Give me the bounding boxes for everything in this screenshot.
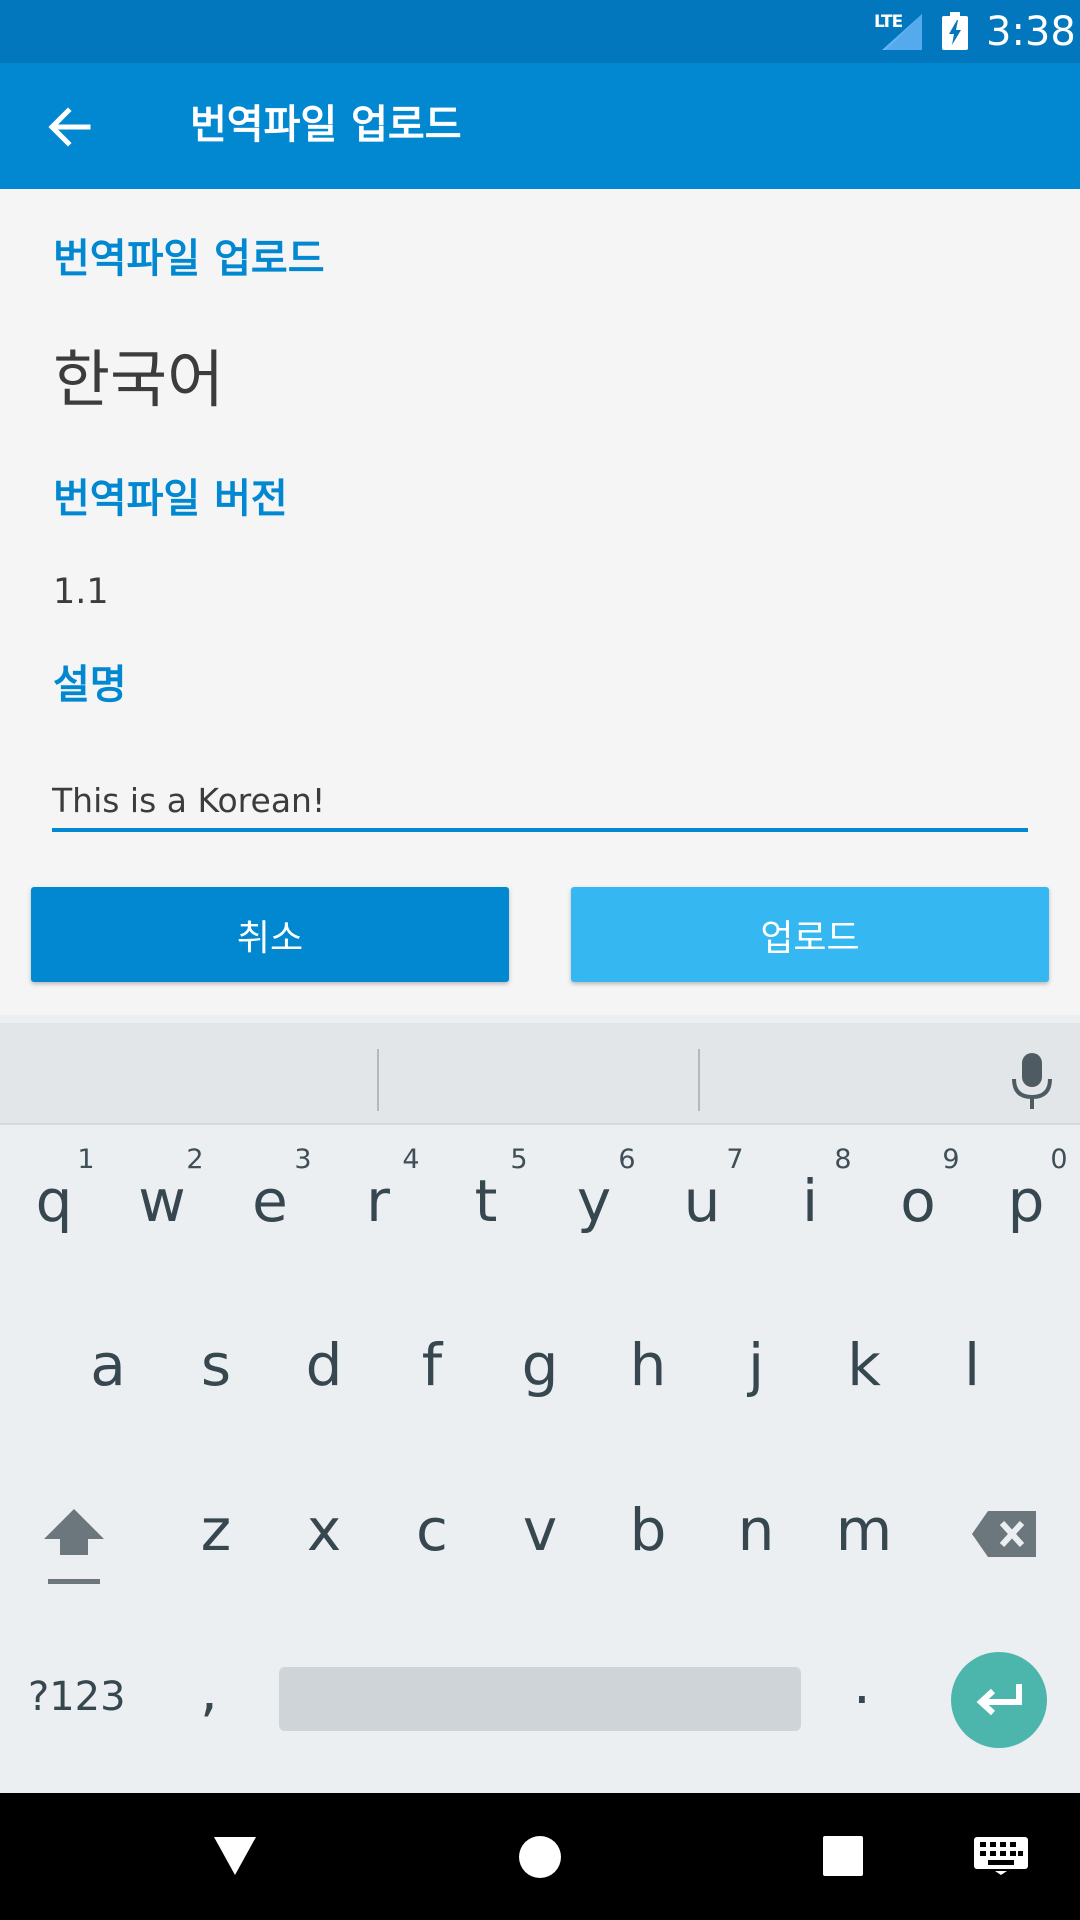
key-g[interactable]: g xyxy=(486,1330,594,1400)
key-j[interactable]: j xyxy=(702,1330,810,1400)
comma-key[interactable]: , xyxy=(200,1662,218,1722)
key-f[interactable]: f xyxy=(378,1330,486,1400)
suggestion-divider xyxy=(377,1049,379,1111)
key-p[interactable]: p xyxy=(972,1166,1080,1236)
key-b[interactable]: b xyxy=(594,1495,702,1565)
version-value: 1.1 xyxy=(53,572,109,612)
enter-icon xyxy=(976,1684,1022,1716)
status-bar: LTE 3:38 xyxy=(0,0,1080,63)
key-w[interactable]: w xyxy=(108,1166,216,1236)
key-h[interactable]: h xyxy=(594,1330,702,1400)
version-label: 번역파일 버전 xyxy=(53,476,288,522)
suggestion-strip xyxy=(0,1023,1080,1125)
microphone-icon[interactable] xyxy=(1008,1053,1056,1109)
navigation-bar xyxy=(0,1793,1080,1920)
enter-key[interactable] xyxy=(951,1652,1047,1748)
key-a[interactable]: a xyxy=(54,1330,162,1400)
suggestion-divider xyxy=(698,1049,700,1111)
key-e[interactable]: e xyxy=(216,1166,324,1236)
signal-icon xyxy=(882,14,922,50)
key-m[interactable]: m xyxy=(810,1495,918,1565)
key-u[interactable]: u xyxy=(648,1166,756,1236)
key-s[interactable]: s xyxy=(162,1330,270,1400)
recents-square-icon[interactable] xyxy=(823,1836,863,1876)
key-t[interactable]: t xyxy=(432,1166,540,1236)
key-d[interactable]: d xyxy=(270,1330,378,1400)
key-x[interactable]: x xyxy=(270,1495,378,1565)
upload-form: 번역파일 업로드 한국어 번역파일 버전 1.1 설명 취소 업로드 xyxy=(0,189,1080,1015)
soft-keyboard: 1 2 3 4 5 6 7 8 9 0 q w e r t y u i o p … xyxy=(0,1015,1080,1793)
key-k[interactable]: k xyxy=(810,1330,918,1400)
language-value: 한국어 xyxy=(53,343,225,416)
description-input[interactable] xyxy=(52,772,1028,832)
key-z[interactable]: z xyxy=(162,1495,270,1565)
app-bar: 번역파일 업로드 xyxy=(0,63,1080,189)
space-bar[interactable] xyxy=(279,1667,801,1731)
cancel-button[interactable]: 취소 xyxy=(31,887,509,982)
period-key[interactable]: . xyxy=(853,1655,871,1715)
upload-section-label: 번역파일 업로드 xyxy=(53,236,325,282)
key-q[interactable]: q xyxy=(0,1166,108,1236)
battery-charging-icon xyxy=(942,12,968,50)
shift-icon[interactable] xyxy=(40,1505,108,1585)
key-o[interactable]: o xyxy=(864,1166,972,1236)
clock: 3:38 xyxy=(986,9,1076,55)
key-y[interactable]: y xyxy=(540,1166,648,1236)
back-arrow-icon[interactable] xyxy=(42,100,96,154)
symbols-key[interactable]: ?123 xyxy=(28,1672,126,1722)
key-i[interactable]: i xyxy=(756,1166,864,1236)
back-triangle-icon[interactable] xyxy=(212,1835,258,1877)
key-l[interactable]: l xyxy=(918,1330,1026,1400)
page-title: 번역파일 업로드 xyxy=(190,102,462,148)
description-label: 설명 xyxy=(53,662,127,708)
key-r[interactable]: r xyxy=(324,1166,432,1236)
home-circle-icon[interactable] xyxy=(518,1835,562,1879)
screen: LTE 3:38 번역파일 업로드 번역파일 업로드 한국어 번역파일 버전 1… xyxy=(0,0,1080,1920)
key-n[interactable]: n xyxy=(702,1495,810,1565)
key-c[interactable]: c xyxy=(378,1495,486,1565)
upload-button[interactable]: 업로드 xyxy=(571,887,1049,982)
key-v[interactable]: v xyxy=(486,1495,594,1565)
backspace-icon[interactable] xyxy=(970,1509,1038,1559)
keyboard-icon[interactable] xyxy=(974,1837,1028,1875)
